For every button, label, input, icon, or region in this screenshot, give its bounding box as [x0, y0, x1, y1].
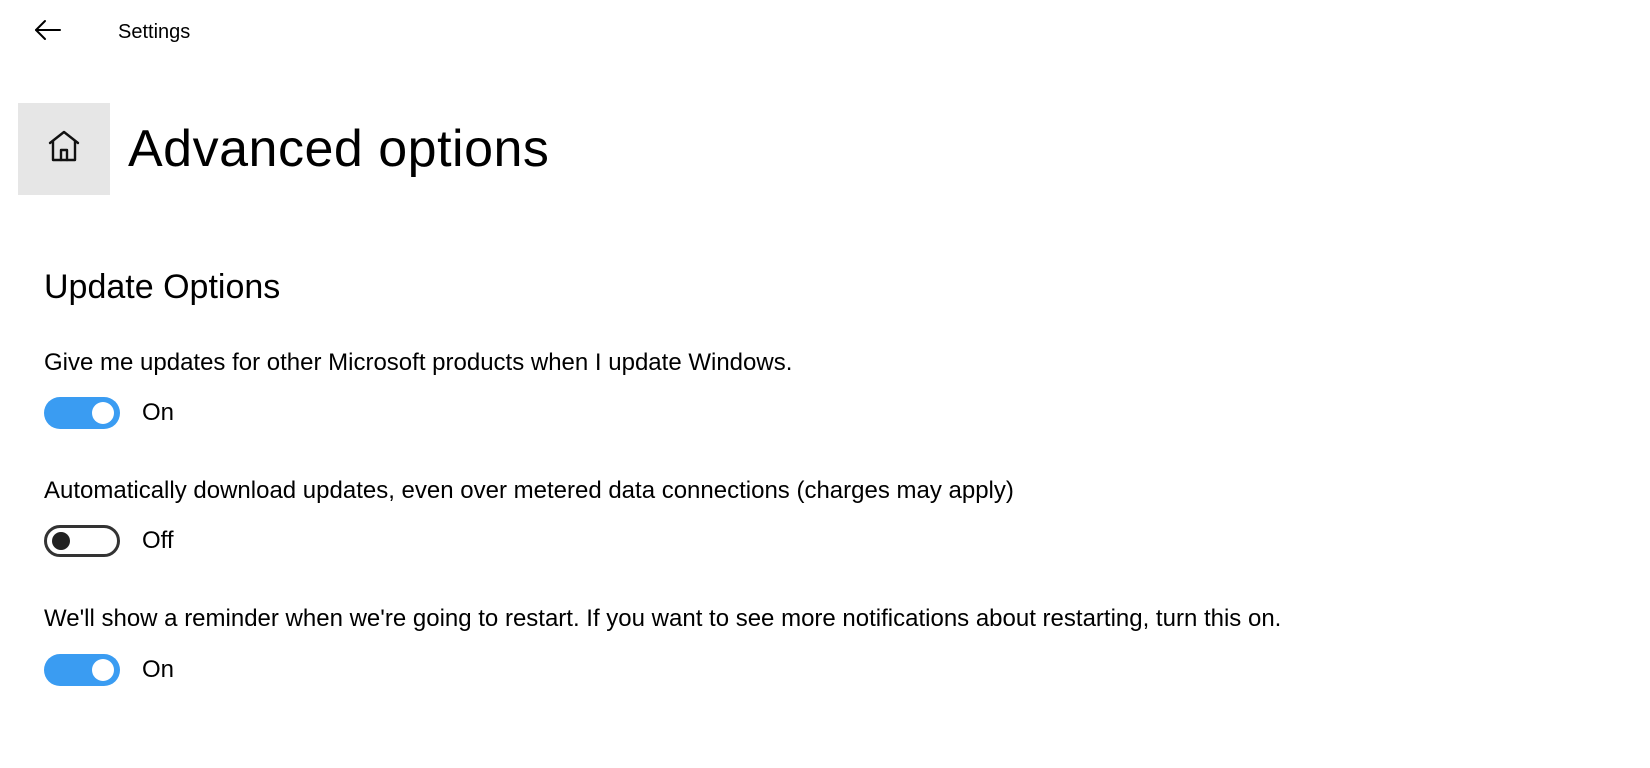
- toggle-thumb: [92, 659, 114, 681]
- section-heading: Update Options: [44, 268, 1560, 307]
- toggle-metered-download[interactable]: [44, 525, 120, 557]
- back-button[interactable]: [28, 12, 68, 52]
- option-description: Automatically download updates, even ove…: [44, 475, 1560, 507]
- toggle-state-label: On: [142, 399, 174, 427]
- arrow-left-icon: [34, 19, 62, 46]
- toggle-microsoft-updates[interactable]: [44, 397, 120, 429]
- home-button[interactable]: [18, 103, 110, 195]
- toggle-restart-notifications[interactable]: [44, 654, 120, 686]
- option-description: We'll show a reminder when we're going t…: [44, 603, 1560, 635]
- toggle-thumb: [92, 402, 114, 424]
- option-description: Give me updates for other Microsoft prod…: [44, 347, 1560, 379]
- app-title: Settings: [118, 21, 190, 44]
- toggle-state-label: On: [142, 656, 174, 684]
- toggle-thumb: [52, 532, 70, 550]
- page-title: Advanced options: [128, 123, 549, 175]
- home-icon: [46, 129, 82, 168]
- toggle-state-label: Off: [142, 527, 174, 555]
